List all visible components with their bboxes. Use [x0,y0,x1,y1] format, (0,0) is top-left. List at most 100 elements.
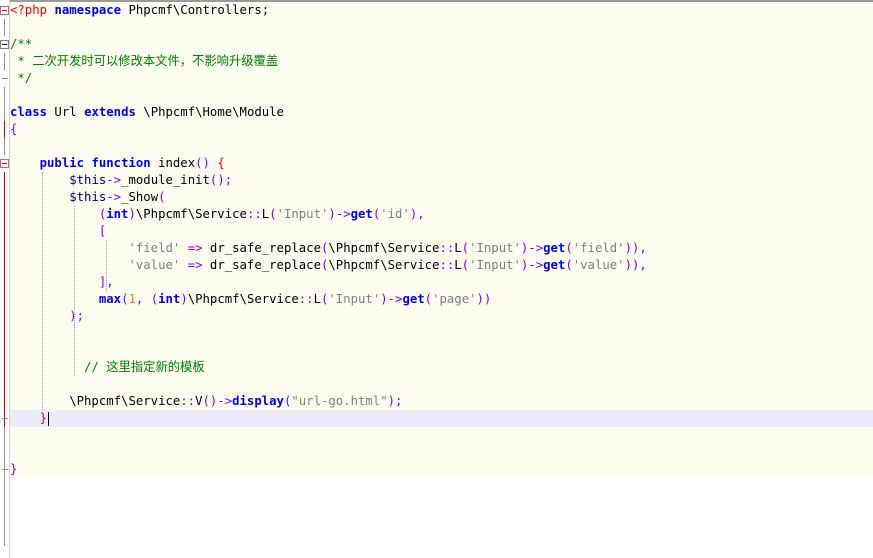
indent-guide [74,325,75,376]
code-token: -> [106,190,122,204]
code-line[interactable]: } [10,461,873,478]
code-token: function [91,156,151,170]
code-token: public [39,156,85,170]
code-line[interactable] [10,19,873,36]
code-token: } [39,411,48,425]
fold-toggle-icon[interactable] [0,6,9,15]
code-token: $this [69,173,107,187]
code-token: ); [387,394,403,408]
code-token: get [543,258,566,272]
code-line[interactable]: * 二次开发时可以修改本文件，不影响升级覆盖 [10,53,873,70]
code-line[interactable]: (int)\Phpcmf\Service::L('Input')->get('i… [10,206,873,223]
code-token: )-> [380,292,403,306]
code-token: :: [439,258,455,272]
code-line[interactable] [10,138,873,155]
code-line[interactable]: class Url extends \Phpcmf\Home\Module [10,104,873,121]
code-token: <?php [10,3,48,17]
code-token: \Phpcmf\Service [328,258,440,272]
code-token: 'id' [380,207,410,221]
code-line[interactable]: ], [10,274,873,291]
code-token: ), [409,207,425,221]
code-token: L [454,241,462,255]
code-token: :: [298,292,314,306]
code-line[interactable] [10,376,873,393]
fold-toggle-icon[interactable] [0,159,9,168]
code-line[interactable] [10,427,873,444]
code-token: \Phpcmf\Home\Module [135,105,284,119]
code-line[interactable]: */ [10,70,873,87]
code-token: ( [565,241,573,255]
code-line[interactable]: 'value' => dr_safe_replace (\Phpcmf\Servi… [10,257,873,274]
code-token: )-> [520,258,544,272]
indent-guide [74,206,75,325]
code-token: ( [461,241,470,255]
code-token: 'value' [572,258,625,272]
fold-margin[interactable] [0,0,10,558]
code-token: get [543,241,566,255]
code-token: 'Input' [469,258,521,272]
code-line[interactable] [10,444,873,461]
code-token: ( [461,258,470,272]
code-line[interactable] [10,87,873,104]
code-line[interactable]: [ [10,223,873,240]
code-token: _module_init [121,173,210,187]
code-token: $this [69,190,107,204]
code-token: // 这里指定新的模板 [84,360,205,374]
code-token: ) [180,292,188,306]
code-line[interactable]: <?php namespace Phpcmf\Controllers; [10,2,873,19]
code-token: dr_safe_replace [202,241,321,255]
indent-guide [106,240,107,291]
code-line[interactable]: public function index() { [10,155,873,172]
code-line[interactable]: \Phpcmf\Service::V()->display("url-go.ht… [10,393,873,410]
code-line[interactable]: { [10,121,873,138]
code-token: Phpcmf\Controllers; [121,3,270,17]
fold-line [4,172,5,427]
code-token: )), [624,241,647,255]
code-line[interactable]: $this->_module_init(); [10,172,873,189]
fold-line [4,53,5,70]
code-token: display [232,394,284,408]
code-token: \Phpcmf\Service [187,292,299,306]
code-token: * 二次开发时可以修改本文件，不影响升级覆盖 [10,54,279,68]
code-token: { [217,156,225,170]
code-token: ( [565,258,573,272]
code-line[interactable]: // 这里指定新的模板 [10,359,873,376]
code-token: )) [476,292,492,306]
code-line[interactable]: max(1, (int)\Phpcmf\Service::L('Input')-… [10,291,873,308]
code-token: get [402,292,425,306]
code-line[interactable]: /** [10,36,873,53]
fold-line [4,427,5,478]
code-token: ()-> [202,394,233,408]
code-token: \Phpcmf\Service [328,241,440,255]
code-token: int [158,292,181,306]
code-token: get [350,207,373,221]
code-line[interactable]: } [10,410,873,427]
code-editor[interactable]: <?php namespace Phpcmf\Controllers; /** *… [0,0,873,558]
code-area[interactable]: <?php namespace Phpcmf\Controllers; /** *… [10,2,873,478]
indent-guide [42,172,43,410]
code-token: Url [47,105,85,119]
code-line[interactable] [10,325,873,342]
code-token: (); [209,173,233,187]
code-token: "url-go.html" [291,394,388,408]
code-token: 'Input' [328,292,381,306]
fold-line [4,19,5,36]
fold-toggle-icon[interactable] [0,40,9,49]
code-token: \Phpcmf\Service [10,394,181,408]
code-line[interactable]: $this->_Show( [10,189,873,206]
code-line[interactable] [10,342,873,359]
code-token: () [195,156,210,170]
code-line[interactable]: 'field' => dr_safe_replace (\Phpcmf\Servi… [10,240,873,257]
code-token: 'field' [572,241,625,255]
code-token: ( [158,190,166,204]
code-token: 'field' [128,241,181,255]
code-line[interactable]: ); [10,308,873,325]
code-token: )-> [520,241,544,255]
code-token: 'Input' [469,241,521,255]
